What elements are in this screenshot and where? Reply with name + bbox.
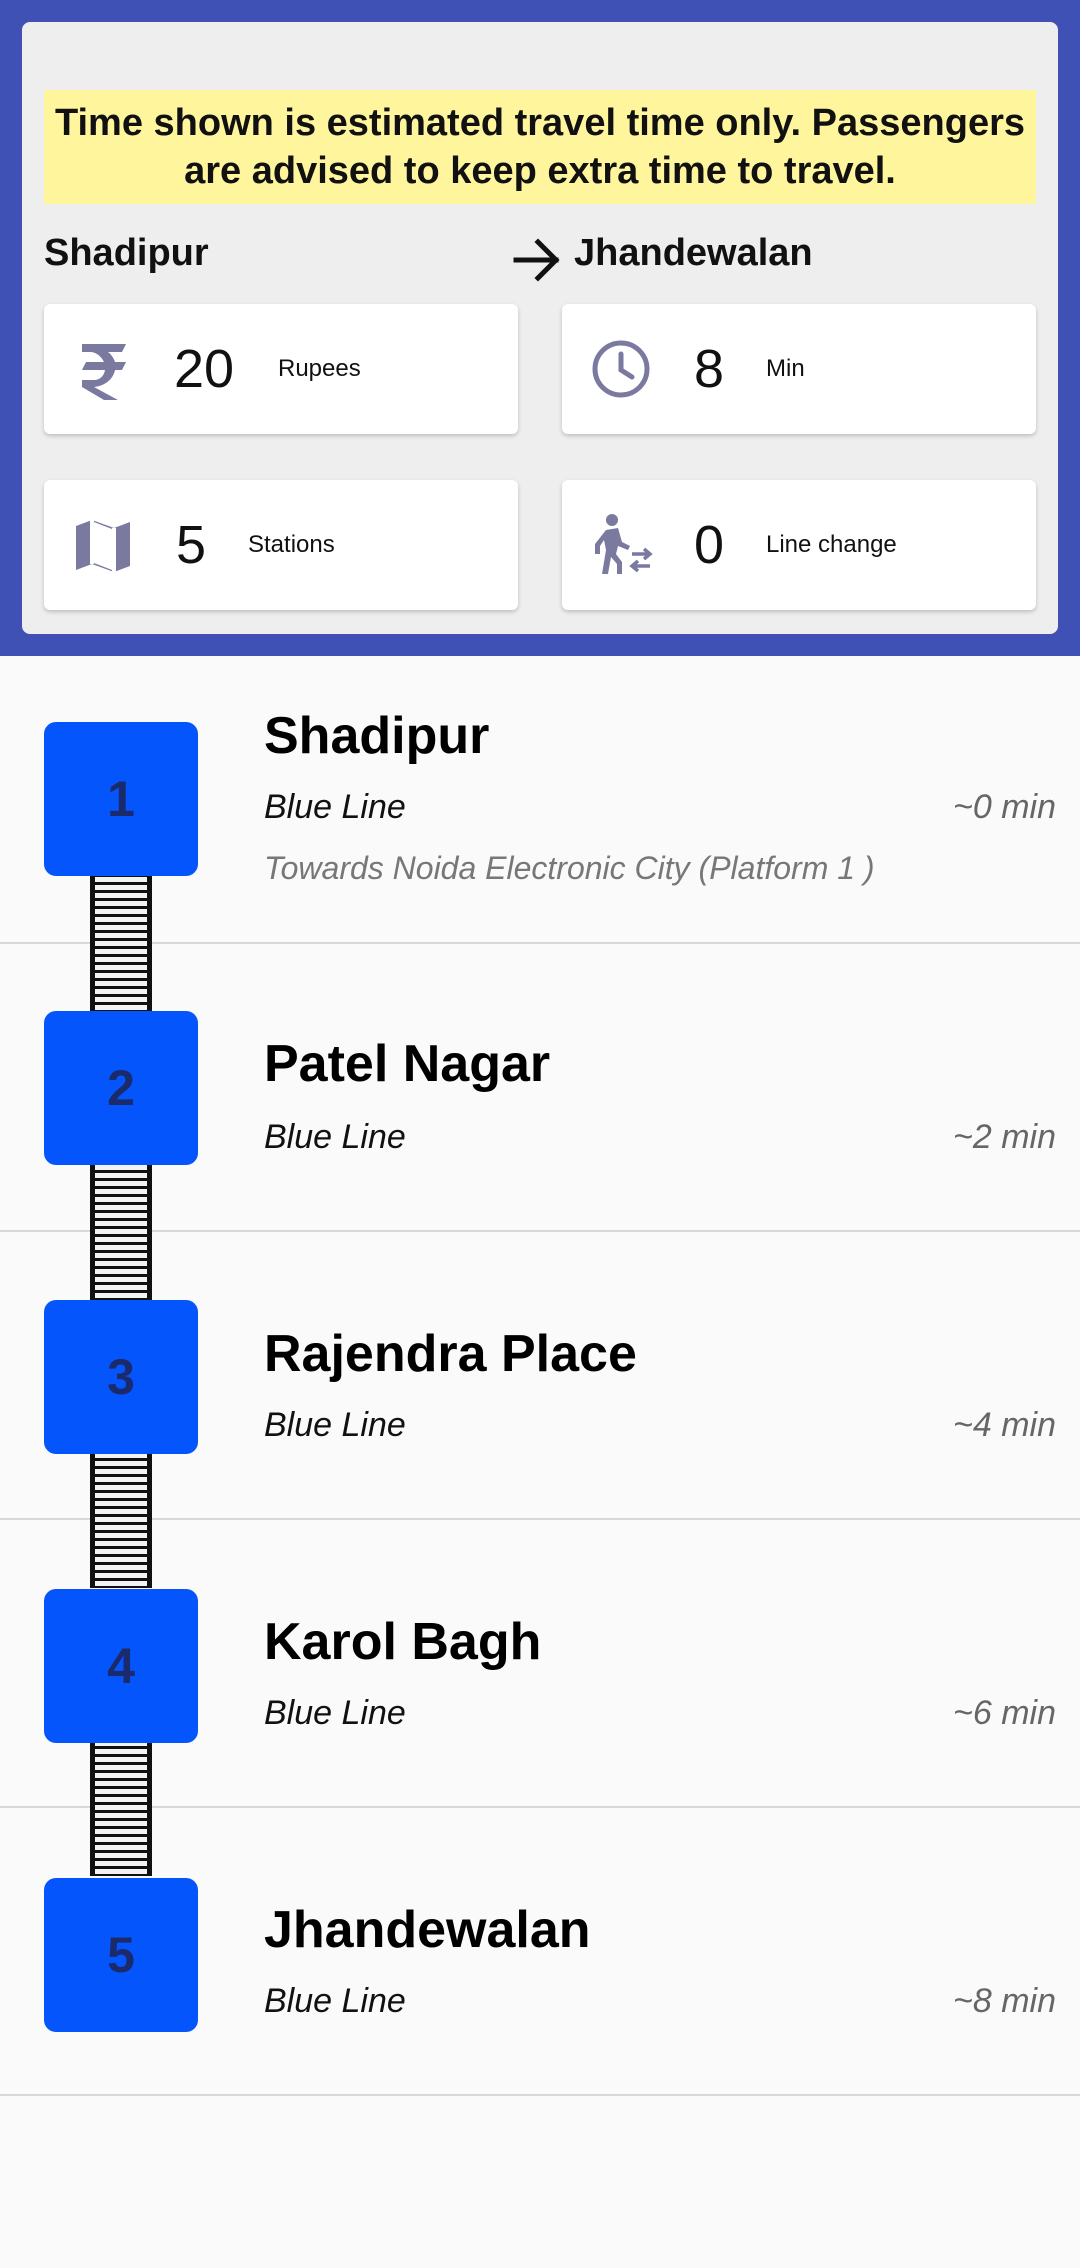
station-direction: Towards Noida Electronic City (Platform … <box>264 850 875 886</box>
clock-icon <box>592 340 650 398</box>
fare-card: 20 Rupees <box>44 304 518 434</box>
station-line: Blue Line <box>264 1118 406 1156</box>
station-line: Blue Line <box>264 1406 406 1444</box>
station-line: Blue Line <box>264 788 406 826</box>
time-label: Min <box>766 355 805 382</box>
station-time: ~8 min <box>953 1982 1056 2020</box>
rupee-icon <box>82 344 126 400</box>
stations-label: Stations <box>248 531 335 558</box>
line-change-value: 0 <box>694 515 725 575</box>
route-from-station: Shadipur <box>44 232 209 274</box>
stations-card: 5 Stations <box>44 480 518 610</box>
time-card: 8 Min <box>562 304 1036 434</box>
station-line: Blue Line <box>264 1982 406 2020</box>
station-time: ~0 min <box>953 788 1056 826</box>
station-name: Karol Bagh <box>264 1613 542 1671</box>
route-summary-card: Time shown is estimated travel time only… <box>22 22 1058 634</box>
station-line: Blue Line <box>264 1694 406 1732</box>
station-time: ~2 min <box>953 1118 1056 1156</box>
map-icon <box>76 520 130 572</box>
station-time: ~4 min <box>953 1406 1056 1444</box>
rail-track <box>90 1738 152 1876</box>
stations-value: 5 <box>176 515 207 575</box>
travel-time-notice: Time shown is estimated travel time only… <box>44 90 1036 204</box>
fare-value: 20 <box>174 339 235 399</box>
station-number-badge: 5 <box>44 1878 198 2032</box>
time-value: 8 <box>694 339 725 399</box>
fare-label: Rupees <box>278 355 361 382</box>
route-summary-header: Time shown is estimated travel time only… <box>0 0 1080 656</box>
station-number-badge: 1 <box>44 722 198 876</box>
station-number-badge: 4 <box>44 1589 198 1743</box>
rail-track <box>90 1450 152 1588</box>
station-number-badge: 2 <box>44 1011 198 1165</box>
station-name: Patel Nagar <box>264 1035 551 1093</box>
rail-track <box>90 874 152 1012</box>
line-change-label: Line change <box>766 531 897 558</box>
route-to-station: Jhandewalan <box>574 232 813 274</box>
station-name: Rajendra Place <box>264 1325 637 1383</box>
line-change-card: 0 Line change <box>562 480 1036 610</box>
arrow-right-icon <box>513 238 560 282</box>
transfer-walk-icon <box>595 514 653 574</box>
station-name: Shadipur <box>264 707 490 765</box>
station-name: Jhandewalan <box>264 1901 591 1959</box>
station-time: ~6 min <box>953 1694 1056 1732</box>
rail-track <box>90 1162 152 1300</box>
station-number-badge: 3 <box>44 1300 198 1454</box>
